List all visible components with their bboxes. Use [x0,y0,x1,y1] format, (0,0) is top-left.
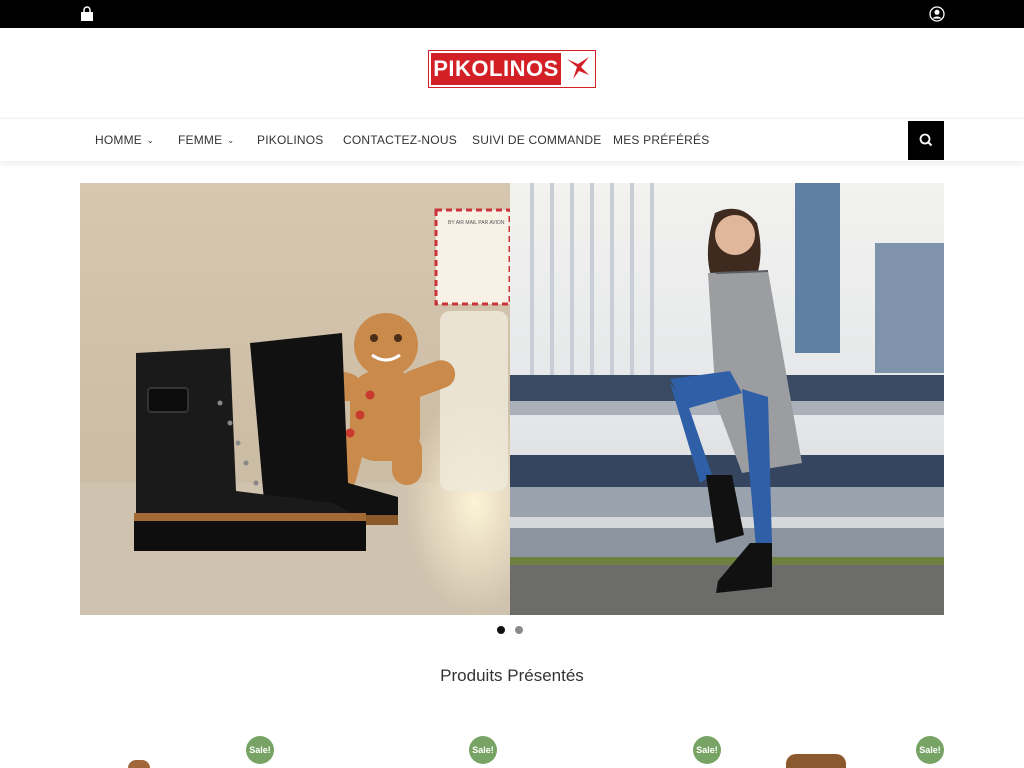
hero-model-image [510,183,944,615]
nav-item-contact[interactable]: CONTACTEZ-NOUS [343,119,457,161]
main-navigation: HOMME ⌄ FEMME ⌄ PIKOLINOS CONTACTEZ-NOUS S… [0,118,1024,161]
nav-item-femme[interactable]: FEMME ⌄ [178,119,234,161]
sale-badge: Sale! [916,736,944,764]
slider-dot-2[interactable] [515,626,523,634]
shopping-bag-icon[interactable] [79,6,95,22]
chevron-down-icon: ⌄ [227,136,235,145]
sale-badge: Sale! [246,736,274,764]
slider-dot-1[interactable] [497,626,505,634]
nav-item-pikolinos[interactable]: PIKOLINOS [257,119,324,161]
nav-item-favorites[interactable]: MES PRÉFÉRÉS [613,119,709,161]
brand-star-icon [567,57,589,79]
featured-products-title: Produits Présentés [440,666,584,685]
sale-badge: Sale! [693,736,721,764]
chevron-down-icon: ⌄ [147,136,154,145]
search-icon [919,133,933,147]
nav-item-homme[interactable]: HOMME ⌄ [95,119,154,161]
hero-slider[interactable]: BY AIR MAIL PAR AVION [80,183,944,615]
brand-logo[interactable]: PIKOLINOS [428,50,596,88]
top-bar [0,0,1024,28]
product-image-1[interactable] [128,760,150,768]
nav-item-order-tracking[interactable]: SUIVI DE COMMANDE [472,119,601,161]
hero-boot-product-image: BY AIR MAIL PAR AVION [80,183,545,615]
sale-badge: Sale! [469,736,497,764]
product-image-4[interactable] [786,754,846,768]
brand-logo-text: PIKOLINOS [431,53,561,85]
airmail-label: BY AIR MAIL PAR AVION [448,220,505,226]
user-account-icon[interactable] [929,6,945,22]
search-button[interactable] [908,121,944,160]
